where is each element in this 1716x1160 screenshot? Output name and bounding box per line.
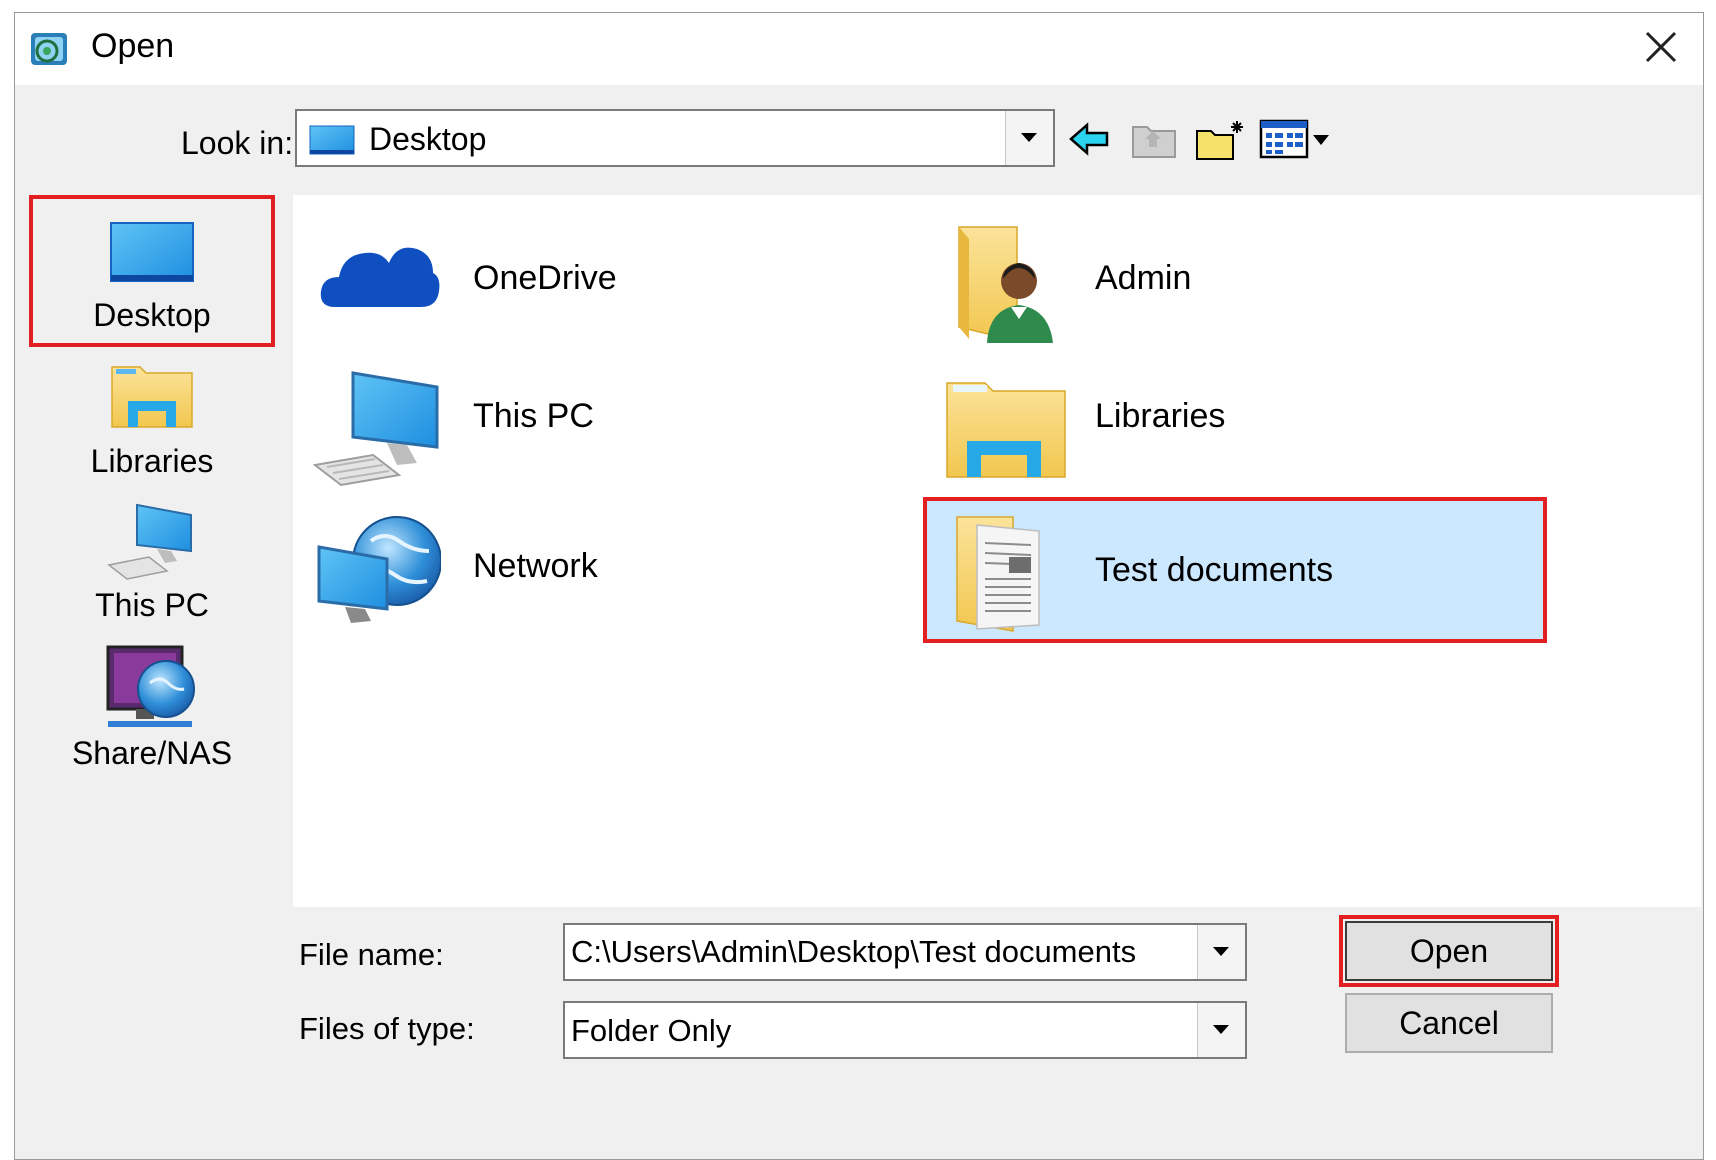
close-icon[interactable] (1633, 23, 1689, 75)
look-in-value: Desktop (369, 121, 487, 157)
place-libraries[interactable]: Libraries (29, 353, 275, 493)
cancel-button[interactable]: Cancel (1345, 993, 1553, 1053)
file-type-label: Files of type: (299, 1011, 475, 1046)
file-name-combo[interactable] (563, 923, 1247, 981)
computer-icon (312, 369, 443, 494)
user-folder-icon (953, 223, 1063, 352)
item-label: Test documents (1095, 551, 1334, 589)
desktop-icon (309, 125, 355, 155)
new-folder-icon[interactable] (1193, 117, 1249, 161)
chevron-down-icon[interactable] (1197, 1003, 1245, 1057)
network-share-icon (104, 643, 200, 738)
up-folder-icon[interactable] (1129, 117, 1181, 161)
desktop-icon (109, 221, 195, 288)
item-label: This PC (473, 397, 594, 435)
window-title: Open (91, 27, 175, 65)
item-label: Admin (1095, 259, 1192, 297)
open-button[interactable]: Open (1339, 915, 1559, 987)
list-item-libraries[interactable]: Libraries (923, 349, 1549, 495)
file-name-input[interactable] (565, 925, 1197, 979)
list-item-this-pc[interactable]: This PC (293, 349, 913, 495)
file-type-value: Folder Only (571, 1013, 732, 1048)
file-name-label: File name: (299, 937, 444, 972)
app-globe-icon (27, 27, 71, 71)
places-bar: Desktop Libraries This PC Share/NAS (29, 195, 275, 955)
look-in-label: Look in: (181, 125, 294, 161)
open-dialog: Open Look in: Desktop Desktop Libraries … (14, 12, 1704, 1160)
item-label: OneDrive (473, 259, 617, 297)
place-label: Share/NAS (71, 735, 233, 771)
item-label: Libraries (1095, 397, 1226, 435)
libraries-icon (945, 379, 1067, 484)
list-item-test-documents[interactable]: Test documents (923, 497, 1547, 643)
file-list: OneDrive This PC Network Admin Libraries… (293, 195, 1701, 907)
computer-icon (107, 501, 197, 586)
libraries-icon (110, 359, 194, 434)
place-label: This PC (95, 587, 209, 623)
place-this-pc[interactable]: This PC (29, 497, 275, 637)
chevron-down-icon[interactable] (1197, 925, 1245, 979)
list-item-network[interactable]: Network (293, 495, 913, 641)
title-bar: Open (15, 13, 1703, 85)
look-in-dropdown[interactable]: Desktop (295, 109, 1055, 167)
chevron-down-icon[interactable] (1005, 111, 1053, 165)
view-menu-icon[interactable] (1259, 117, 1333, 161)
place-desktop[interactable]: Desktop (29, 195, 275, 347)
onedrive-icon (317, 233, 441, 318)
list-item-admin[interactable]: Admin (923, 203, 1549, 349)
place-share-nas[interactable]: Share/NAS (29, 639, 275, 789)
file-type-dropdown[interactable]: Folder Only (563, 1001, 1247, 1059)
item-label: Network (473, 547, 598, 585)
list-item-onedrive[interactable]: OneDrive (293, 203, 913, 349)
place-label: Desktop (93, 297, 211, 333)
network-icon (315, 511, 442, 638)
back-arrow-icon[interactable] (1067, 117, 1113, 161)
place-label: Libraries (90, 443, 214, 479)
documents-folder-icon (953, 513, 1053, 638)
